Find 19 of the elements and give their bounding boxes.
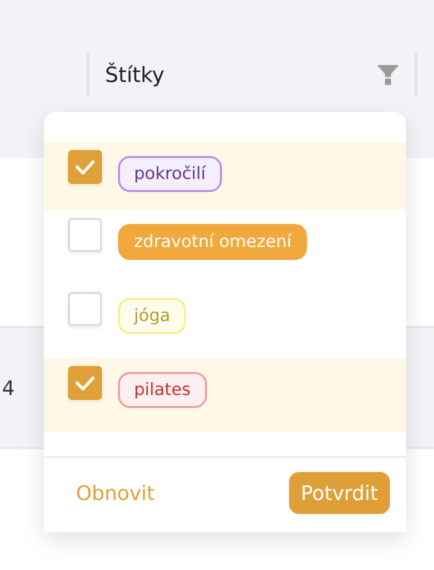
tag: zdravotní omezení	[118, 224, 308, 260]
confirm-button[interactable]: Potvrdit	[288, 472, 390, 514]
check-icon	[75, 375, 95, 391]
checkbox[interactable]	[68, 150, 102, 184]
tag: pokročilí	[118, 156, 222, 192]
tag: pilates	[118, 372, 207, 408]
filter-option[interactable]: jóga	[44, 284, 406, 358]
filter-option[interactable]: pilates	[44, 358, 406, 432]
check-icon	[75, 159, 95, 175]
checkbox[interactable]	[68, 292, 102, 326]
filter-icon[interactable]	[377, 65, 399, 85]
table-cell: 4	[2, 376, 15, 400]
reset-button[interactable]: Obnovit	[76, 481, 155, 505]
checkbox[interactable]	[68, 218, 102, 252]
checkbox[interactable]	[68, 366, 102, 400]
tag: jóga	[118, 298, 186, 334]
filter-option[interactable]: pokročilí	[44, 142, 406, 210]
column-header: Štítky	[105, 63, 164, 87]
filter-option[interactable]: zdravotní omezení	[44, 210, 406, 284]
